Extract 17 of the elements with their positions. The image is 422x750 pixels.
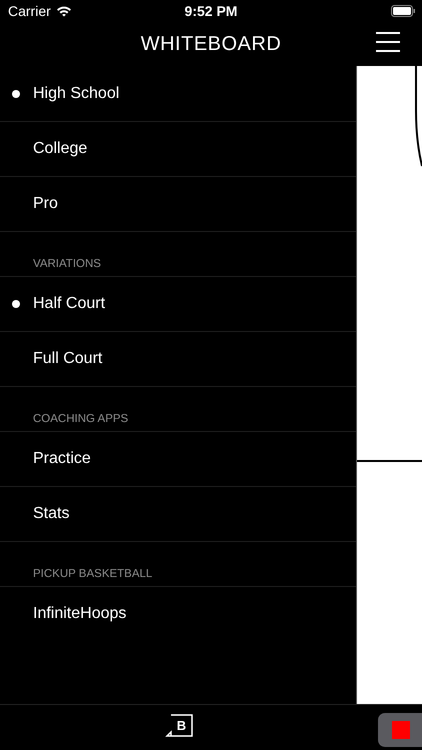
section-header: VARIATIONS: [0, 231, 356, 276]
section-header: COACHING APPS: [0, 386, 356, 431]
menu-icon[interactable]: [376, 32, 400, 52]
menu-item[interactable]: Pro: [0, 176, 356, 231]
menu-item[interactable]: InfiniteHoops: [0, 586, 356, 641]
menu-item[interactable]: Stats: [0, 486, 356, 541]
battery-icon: [391, 5, 416, 17]
menu-item[interactable]: College: [0, 121, 356, 176]
carrier-label: Carrier: [8, 3, 51, 19]
status-time: 9:52 PM: [184, 3, 238, 19]
menu-item[interactable]: Full Court: [0, 331, 356, 386]
menu-item[interactable]: Half Court: [0, 276, 356, 331]
screen-title: WHITEBOARD: [140, 32, 282, 56]
menu-item[interactable]: Practice: [0, 431, 356, 486]
menu-item[interactable]: High School: [0, 66, 356, 121]
wifi-icon: [56, 5, 72, 17]
section-header: PICKUP BASKETBALL: [0, 541, 356, 586]
